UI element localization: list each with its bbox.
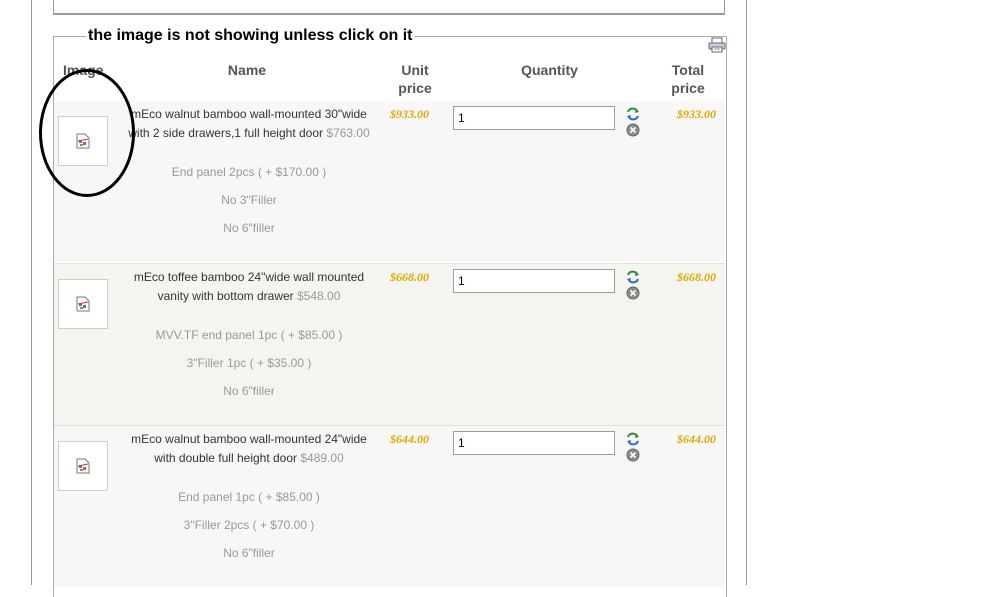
remove-icon[interactable]	[626, 123, 640, 137]
remove-icon[interactable]	[626, 448, 640, 462]
header-unit-price: Unit price	[398, 62, 432, 96]
circle-annotation	[39, 69, 135, 197]
product-name[interactable]: mEco walnut bamboo wall-mounted 30"wide …	[119, 105, 379, 143]
base-price: $763.00	[326, 126, 370, 140]
product-thumbnail[interactable]	[58, 279, 108, 329]
header-name: Name	[227, 62, 267, 78]
quantity-input[interactable]	[453, 106, 615, 130]
unit-price: $933.00	[390, 107, 429, 121]
refresh-icon[interactable]	[626, 107, 640, 121]
printer-icon[interactable]	[708, 37, 726, 53]
product-option: End panel 1pc ( + $85.00 )	[178, 490, 320, 504]
quantity-input[interactable]	[453, 269, 615, 293]
product-option: No 6"filler	[223, 546, 275, 560]
product-option: End panel 2pcs ( + $170.00 )	[171, 165, 327, 179]
product-option: 3"Filler 2pcs ( + $70.00 )	[183, 518, 315, 532]
product-thumbnail[interactable]	[58, 441, 108, 491]
product-name[interactable]: mEco toffee bamboo 24"wide wall mounted …	[119, 268, 379, 306]
table-row: mEco walnut bamboo wall-mounted 30"wide …	[54, 101, 725, 262]
total-price: $668.00	[677, 270, 716, 284]
product-option: No 3"Filler	[221, 193, 277, 207]
refresh-icon[interactable]	[626, 270, 640, 284]
product-name[interactable]: mEco walnut bamboo wall-mounted 24"wide …	[119, 430, 379, 468]
previous-section-box	[53, 0, 725, 15]
quantity-input[interactable]	[453, 431, 615, 455]
table-row: mEco walnut bamboo wall-mounted 24"wide …	[54, 425, 725, 587]
table-row: mEco toffee bamboo 24"wide wall mounted …	[54, 263, 725, 425]
header-total-price: Total price	[671, 62, 705, 96]
remove-icon[interactable]	[626, 286, 640, 300]
base-price: $489.00	[300, 451, 344, 465]
refresh-icon[interactable]	[626, 432, 640, 446]
unit-price: $668.00	[390, 270, 429, 284]
product-option: MVV.TF end panel 1pc ( + $85.00 )	[155, 328, 343, 342]
base-price: $548.00	[297, 289, 341, 303]
total-price: $644.00	[677, 432, 716, 446]
total-price: $933.00	[677, 107, 716, 121]
product-option: No 6"filler	[223, 221, 275, 235]
broken-image-icon	[76, 458, 90, 474]
product-option: No 6"filler	[223, 384, 275, 398]
product-option: 3"Filler 1pc ( + $35.00 )	[186, 356, 312, 370]
annotation-note: the image is not showing unless click on…	[86, 26, 415, 46]
header-quantity: Quantity	[521, 62, 578, 78]
unit-price: $644.00	[390, 432, 429, 446]
broken-image-icon	[76, 296, 90, 312]
